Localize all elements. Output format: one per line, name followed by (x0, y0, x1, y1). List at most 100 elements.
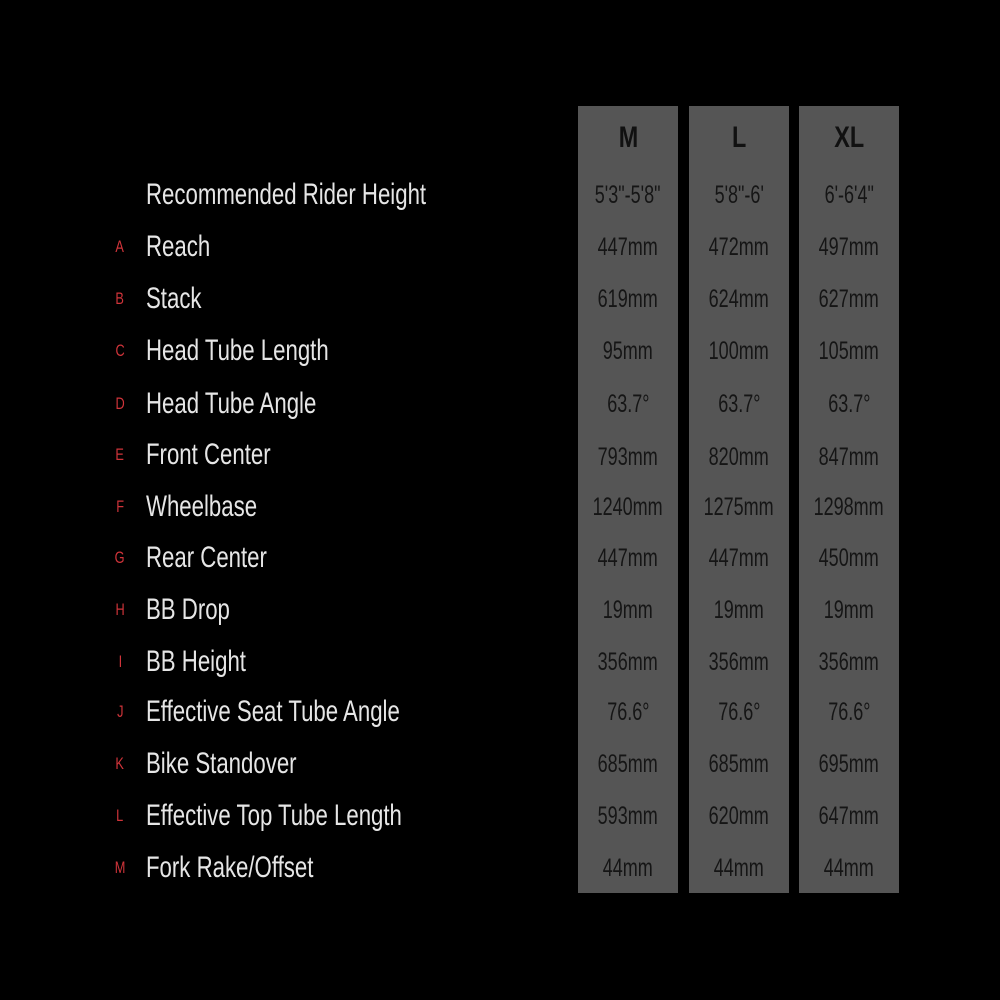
value-cell-m: 619mm (578, 279, 678, 319)
value-cell-xl: 497mm (799, 227, 899, 267)
value-text: 685mm (708, 750, 770, 778)
row-letter-marker: F (112, 487, 128, 527)
row-letter-marker: J (112, 692, 128, 732)
row-letter-marker: K (112, 744, 128, 784)
row-letter-marker: B (112, 279, 128, 319)
row-letter-marker: D (112, 384, 128, 424)
row-label: Effective Top Tube Length (146, 799, 402, 832)
value-text: 44mm (713, 854, 765, 882)
table-row: H BB Drop 19mm 19mm 19mm (0, 590, 1000, 630)
value-cell-l: 685mm (689, 744, 789, 784)
row-label: Effective Seat Tube Angle (146, 695, 400, 728)
value-text: 44mm (602, 854, 654, 882)
value-cell-m: 447mm (578, 227, 678, 267)
row-letter-marker: G (112, 538, 128, 578)
value-text: 356mm (818, 648, 880, 676)
value-cell-l: 472mm (689, 227, 789, 267)
row-label: Wheelbase (146, 490, 258, 523)
row-letter-text: M (114, 858, 126, 877)
table-row: K Bike Standover 685mm 685mm 695mm (0, 744, 1000, 784)
row-letter-text: C (115, 341, 125, 360)
table-row: F Wheelbase 1240mm 1275mm 1298mm (0, 487, 1000, 527)
table-row: B Stack 619mm 624mm 627mm (0, 279, 1000, 319)
value-cell-m: 356mm (578, 642, 678, 682)
value-cell-l: 63.7° (689, 384, 789, 424)
value-cell-m: 5'3"-5'8" (578, 175, 678, 215)
table-row: Recommended Rider Height 5'3"-5'8" 5'8"-6'… (0, 175, 1000, 215)
table-row: M Fork Rake/Offset 44mm 44mm 44mm (0, 848, 1000, 888)
value-text: 19mm (823, 596, 875, 624)
row-letter-text: B (115, 289, 125, 308)
value-cell-l: 44mm (689, 848, 789, 888)
row-label: Bike Standover (146, 747, 297, 780)
row-letter-text: L (116, 806, 124, 825)
value-cell-m: 447mm (578, 538, 678, 578)
value-cell-m: 19mm (578, 590, 678, 630)
value-cell-m: 685mm (578, 744, 678, 784)
value-text: 95mm (602, 337, 654, 365)
value-cell-l: 356mm (689, 642, 789, 682)
value-cell-m: 793mm (578, 437, 678, 477)
value-text: 63.7° (606, 390, 650, 418)
value-text: 685mm (597, 750, 659, 778)
row-letter-text: J (116, 702, 124, 721)
row-letter-text: G (115, 548, 125, 567)
value-text: 1240mm (592, 493, 664, 521)
row-letter-text: F (116, 497, 124, 516)
value-cell-m: 1240mm (578, 487, 678, 527)
value-cell-l: 820mm (689, 437, 789, 477)
row-letter-text: E (115, 445, 125, 464)
row-letter-marker: I (112, 642, 128, 682)
row-label: Recommended Rider Height (146, 178, 427, 211)
value-text: 847mm (818, 443, 880, 471)
value-text: 63.7° (827, 390, 871, 418)
row-label: BB Height (146, 645, 246, 678)
table-row: G Rear Center 447mm 447mm 450mm (0, 538, 1000, 578)
row-letter-marker: A (112, 227, 128, 267)
row-label: Reach (146, 230, 211, 263)
value-text: 497mm (818, 233, 880, 261)
size-header-l: L (689, 118, 789, 158)
row-label: Stack (146, 282, 202, 315)
table-row: C Head Tube Length 95mm 100mm 105mm (0, 331, 1000, 371)
value-cell-l: 100mm (689, 331, 789, 371)
row-letter-text: D (115, 394, 125, 413)
table-row: E Front Center 793mm 820mm 847mm (0, 435, 1000, 475)
value-cell-xl: 356mm (799, 642, 899, 682)
row-label: Head Tube Length (146, 334, 329, 367)
row-letter-marker: L (112, 796, 128, 836)
value-cell-m: 95mm (578, 331, 678, 371)
value-cell-xl: 105mm (799, 331, 899, 371)
size-header-xl: XL (799, 118, 899, 158)
value-text: 450mm (818, 544, 880, 572)
value-cell-l: 447mm (689, 538, 789, 578)
value-cell-m: 44mm (578, 848, 678, 888)
value-cell-xl: 847mm (799, 437, 899, 477)
row-letter-marker: H (112, 590, 128, 630)
size-header-label: M (618, 121, 638, 154)
value-text: 76.6° (606, 698, 650, 726)
row-letter-text: K (115, 754, 125, 773)
value-text: 5'3"-5'8" (595, 181, 661, 209)
value-text: 647mm (818, 802, 880, 830)
value-cell-l: 5'8"-6' (689, 175, 789, 215)
value-text: 624mm (708, 285, 770, 313)
value-text: 6'-6'4" (824, 181, 874, 209)
value-text: 5'8"-6' (714, 181, 764, 209)
value-text: 76.6° (827, 698, 871, 726)
row-letter-marker: M (112, 848, 128, 888)
value-cell-xl: 450mm (799, 538, 899, 578)
value-cell-xl: 44mm (799, 848, 899, 888)
value-text: 76.6° (717, 698, 761, 726)
table-row: D Head Tube Angle 63.7° 63.7° 63.7° (0, 384, 1000, 424)
value-cell-xl: 1298mm (799, 487, 899, 527)
row-letter-text: H (115, 600, 125, 619)
value-text: 63.7° (717, 390, 761, 418)
row-letter-text: A (115, 237, 125, 256)
value-cell-xl: 19mm (799, 590, 899, 630)
value-text: 793mm (597, 443, 659, 471)
size-header-label: L (731, 121, 747, 154)
value-cell-m: 63.7° (578, 384, 678, 424)
value-text: 105mm (818, 337, 880, 365)
value-text: 820mm (708, 443, 770, 471)
